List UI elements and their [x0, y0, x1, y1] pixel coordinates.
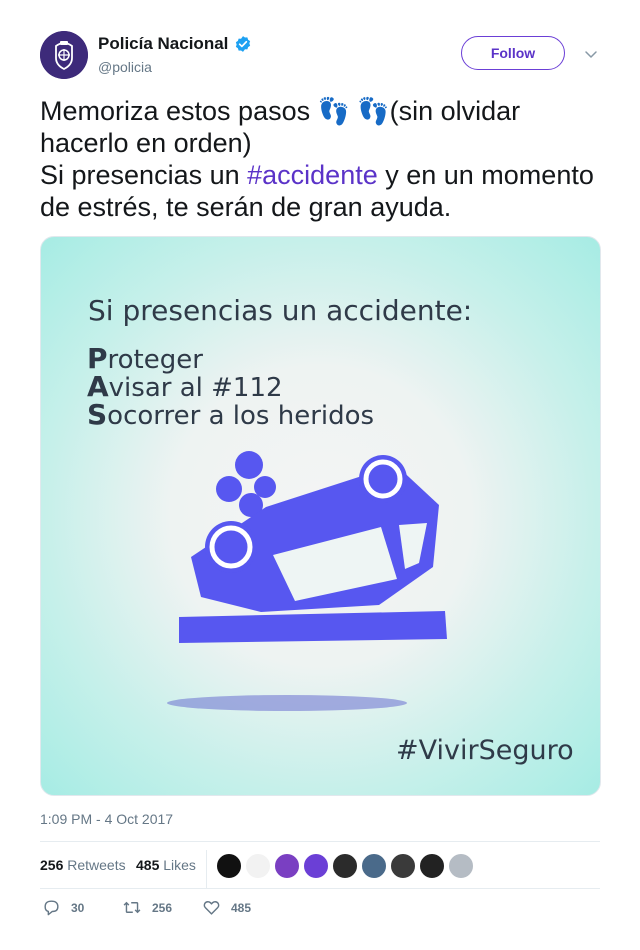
tweet-stats: 256 Retweets 485 Likes	[40, 842, 600, 888]
tweet-text-line1a: Memoriza estos pasos	[40, 96, 318, 126]
liker-avatar[interactable]	[419, 853, 445, 879]
retweets-count: 256	[40, 857, 64, 873]
police-emblem-icon	[40, 31, 88, 79]
media-step-3: Socorrer a los heridos	[87, 398, 374, 431]
media-illustration: Si presencias un accidente: Proteger Avi…	[87, 294, 574, 766]
reply-icon	[44, 900, 59, 916]
retweets-stat[interactable]: 256 Retweets	[40, 857, 126, 873]
author-name-row[interactable]: Policía Nacional	[98, 34, 252, 54]
overturned-car-icon	[179, 451, 447, 643]
liker-avatar[interactable]	[245, 853, 271, 879]
liker-avatar[interactable]	[274, 853, 300, 879]
reply-count: 30	[71, 900, 85, 915]
media-heading: Si presencias un accidente:	[88, 294, 472, 327]
tweet-media-image[interactable]: Si presencias un accidente: Proteger Avi…	[40, 236, 601, 796]
liker-avatar[interactable]	[448, 853, 474, 879]
liker-avatar[interactable]	[332, 853, 358, 879]
author-avatar[interactable]	[40, 31, 88, 79]
author-handle[interactable]: @policia	[98, 59, 152, 75]
retweet-icon	[123, 901, 141, 914]
hashtag-link[interactable]: #accidente	[247, 160, 378, 190]
like-button[interactable]: 485	[202, 898, 251, 917]
heart-icon	[203, 901, 220, 915]
media-hashtag: #VivirSeguro	[396, 735, 574, 766]
likes-count: 485	[136, 857, 160, 873]
tweet-text-line2a: Si presencias un	[40, 160, 248, 190]
likes-stat[interactable]: 485 Likes	[136, 857, 196, 873]
liker-avatar[interactable]	[361, 853, 387, 879]
retweets-label: Retweets	[67, 857, 126, 873]
like-count: 485	[231, 900, 252, 915]
author-name[interactable]: Policía Nacional	[98, 34, 228, 54]
liker-avatar[interactable]	[216, 853, 242, 879]
follow-button[interactable]: Follow	[461, 36, 565, 70]
chevron-down-icon[interactable]	[584, 47, 598, 61]
divider-bottom	[40, 888, 600, 889]
footprints-emoji: 👣 👣	[317, 96, 390, 126]
verified-badge-icon	[236, 36, 251, 52]
likes-label: Likes	[163, 857, 196, 873]
retweet-count: 256	[152, 900, 173, 915]
reply-button[interactable]: 30	[42, 898, 84, 917]
tweet-text: Memoriza estos pasos 👣 👣(sin olvidar hac…	[40, 95, 610, 223]
tweet-timestamp[interactable]: 1:09 PM - 4 Oct 2017	[40, 811, 173, 827]
car-shadow	[167, 695, 407, 711]
tweet-header: Policía Nacional @policia Follow	[40, 31, 600, 79]
liker-avatar[interactable]	[390, 853, 416, 879]
media-step-2: Avisar al #112	[87, 370, 283, 403]
liker-avatar[interactable]	[303, 853, 329, 879]
retweet-button[interactable]: 256	[122, 898, 172, 917]
stats-separator	[206, 850, 207, 888]
tweet-actions: 30 256 485	[40, 898, 600, 924]
